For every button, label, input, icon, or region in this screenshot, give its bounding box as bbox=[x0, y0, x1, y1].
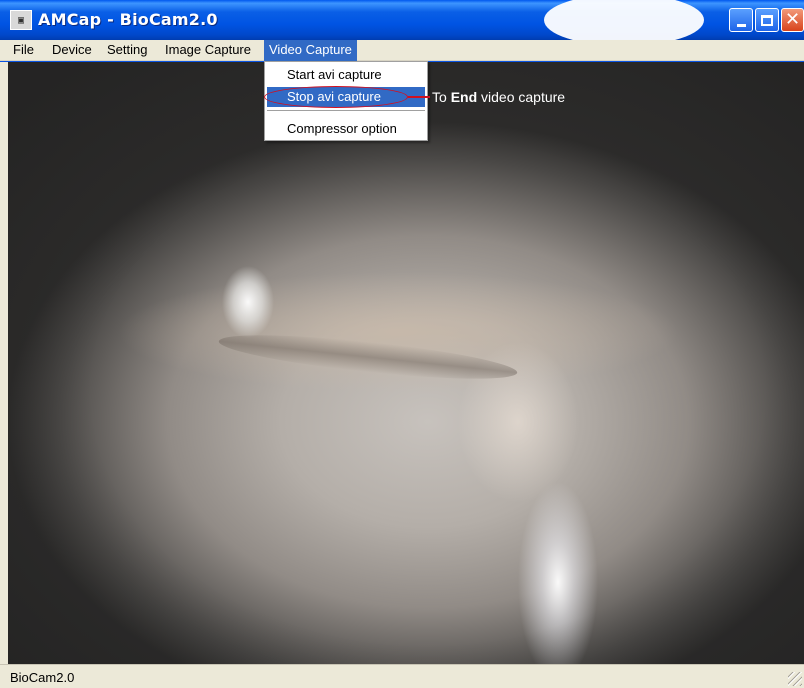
title-bar[interactable]: ▣ AMCap - BioCam2.0 ✕ bbox=[0, 0, 804, 46]
menu-setting[interactable]: Setting bbox=[102, 40, 152, 61]
close-button[interactable]: ✕ bbox=[781, 8, 804, 32]
camera-app-icon[interactable]: ▣ bbox=[10, 10, 32, 30]
menu-image-capture[interactable]: Image Capture bbox=[160, 40, 256, 61]
resize-grip-icon[interactable] bbox=[788, 672, 802, 686]
menu-item-start-avi-capture[interactable]: Start avi capture bbox=[267, 65, 425, 85]
annotation-bold-word: End bbox=[450, 89, 478, 105]
window-title: AMCap - BioCam2.0 bbox=[38, 10, 218, 29]
menu-device[interactable]: Device bbox=[47, 40, 97, 61]
close-icon: ✕ bbox=[784, 9, 801, 30]
menu-file[interactable]: File bbox=[8, 40, 39, 61]
maximize-icon bbox=[761, 14, 773, 26]
status-text: BioCam2.0 bbox=[10, 670, 75, 685]
menu-video-capture[interactable]: Video Capture bbox=[264, 40, 357, 61]
annotation-leader-line bbox=[408, 96, 430, 98]
video-shading bbox=[217, 326, 519, 388]
menu-separator bbox=[267, 110, 425, 111]
menu-item-compressor-option[interactable]: Compressor option bbox=[267, 119, 425, 139]
minimize-button[interactable] bbox=[729, 8, 753, 32]
maximize-button[interactable] bbox=[755, 8, 779, 32]
app-window: ▣ AMCap - BioCam2.0 ✕ File Device Settin… bbox=[0, 0, 804, 688]
menu-bar: File Device Setting Image Capture Video … bbox=[0, 40, 804, 61]
annotation-suffix: video capture bbox=[477, 89, 566, 105]
annotation-callout: To End video capture bbox=[432, 89, 565, 105]
annotation-prefix: To bbox=[432, 89, 451, 105]
annotation-highlight-ellipse bbox=[264, 86, 408, 108]
video-preview bbox=[8, 62, 804, 664]
window-left-border bbox=[0, 62, 8, 664]
minimize-icon bbox=[736, 23, 746, 27]
status-bar: BioCam2.0 bbox=[0, 664, 804, 688]
